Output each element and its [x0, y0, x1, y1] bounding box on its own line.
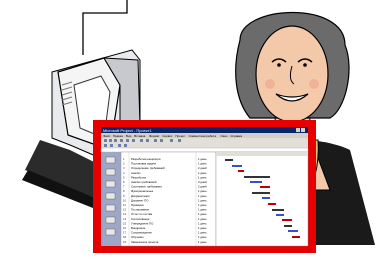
task-row-id: 17: [123, 231, 127, 235]
task-duration[interactable]: 1 день: [198, 157, 207, 161]
task-name[interactable]: Разработка концепции: [131, 157, 161, 161]
task-name[interactable]: Внедрение: [131, 226, 146, 230]
task-duration[interactable]: 1 день: [198, 231, 207, 235]
task-name[interactable]: Отчет по тестам: [131, 212, 152, 216]
menu-item[interactable]: Проект: [175, 134, 186, 138]
project-window-screenshot: Microsoft Project - Проект1 Файл Правка Ви…: [93, 120, 316, 253]
task-row-id: 18: [123, 235, 127, 239]
menu-item[interactable]: Формат: [149, 134, 160, 138]
menu-item[interactable]: Вид: [126, 134, 132, 138]
close-button[interactable]: [301, 128, 305, 132]
task-duration[interactable]: 1 день: [198, 171, 207, 175]
window-title: Microsoft Project - Проект1: [103, 128, 153, 133]
minimize-button[interactable]: [296, 128, 300, 132]
task-row-id: 13: [123, 212, 127, 216]
menu-item[interactable]: Совместная работа: [189, 134, 217, 138]
task-duration[interactable]: 1 день: [198, 235, 207, 239]
task-duration[interactable]: 1 день: [198, 221, 207, 225]
task-duration[interactable]: 2 дней: [198, 185, 207, 189]
task-name[interactable]: Утверждение ПО: [131, 221, 154, 225]
task-name[interactable]: Разработка: [131, 175, 146, 179]
menu-item[interactable]: Сервис: [162, 134, 173, 138]
menu-item[interactable]: Правка: [113, 134, 123, 138]
cable-line: [82, 0, 128, 55]
task-name[interactable]: Документ ПО: [131, 198, 149, 202]
task-duration[interactable]: 1 день: [198, 217, 207, 221]
task-row-id: 14: [123, 217, 127, 221]
toolbar-row-2: [101, 143, 308, 148]
task-name[interactable]: Анализ: [131, 171, 141, 175]
task-name[interactable]: Анализ требований: [131, 180, 157, 184]
menu-item[interactable]: Файл: [103, 134, 111, 138]
menu-item[interactable]: Вставка: [134, 134, 145, 138]
task-name[interactable]: Документация: [131, 194, 150, 198]
task-row-id: 16: [123, 226, 127, 230]
task-row-id: 15: [123, 221, 127, 225]
task-name[interactable]: Завершение проекта: [131, 240, 159, 244]
task-name[interactable]: Системные требования: [131, 185, 162, 189]
task-name[interactable]: Тестирование: [131, 208, 150, 212]
task-duration[interactable]: 1 день: [198, 203, 207, 207]
task-duration[interactable]: 1 день: [198, 162, 207, 166]
entry-bar[interactable]: [100, 147, 309, 153]
menu-item[interactable]: Справка: [230, 134, 242, 138]
task-name[interactable]: Проверка: [131, 203, 144, 207]
task-name[interactable]: Обучение: [131, 235, 144, 239]
task-duration[interactable]: 1 день: [198, 175, 207, 179]
task-duration[interactable]: 3 дней: [198, 180, 207, 184]
task-row-id: 12: [123, 208, 127, 212]
task-duration[interactable]: 1 день: [198, 194, 207, 198]
task-row-id: 19: [123, 240, 127, 244]
menu-item[interactable]: Окно: [221, 134, 228, 138]
task-duration[interactable]: 1 день: [198, 198, 207, 202]
task-name[interactable]: Определение требований: [131, 166, 165, 170]
task-name[interactable]: Сопровождение: [131, 231, 152, 235]
task-name[interactable]: Функциональные: [131, 189, 154, 193]
task-row-id: 10: [123, 198, 127, 202]
task-duration[interactable]: 1 день: [198, 189, 207, 193]
task-duration[interactable]: 2 дней: [198, 166, 207, 170]
task-duration[interactable]: 1 день: [198, 212, 207, 216]
task-row-id: 11: [123, 203, 126, 207]
task-duration[interactable]: 1 день: [198, 208, 207, 212]
task-duration[interactable]: 1 день: [198, 240, 207, 244]
task-duration[interactable]: 1 день: [198, 226, 207, 230]
task-name[interactable]: Постановка задачи: [131, 162, 156, 166]
task-name[interactable]: Согласование: [131, 217, 150, 221]
